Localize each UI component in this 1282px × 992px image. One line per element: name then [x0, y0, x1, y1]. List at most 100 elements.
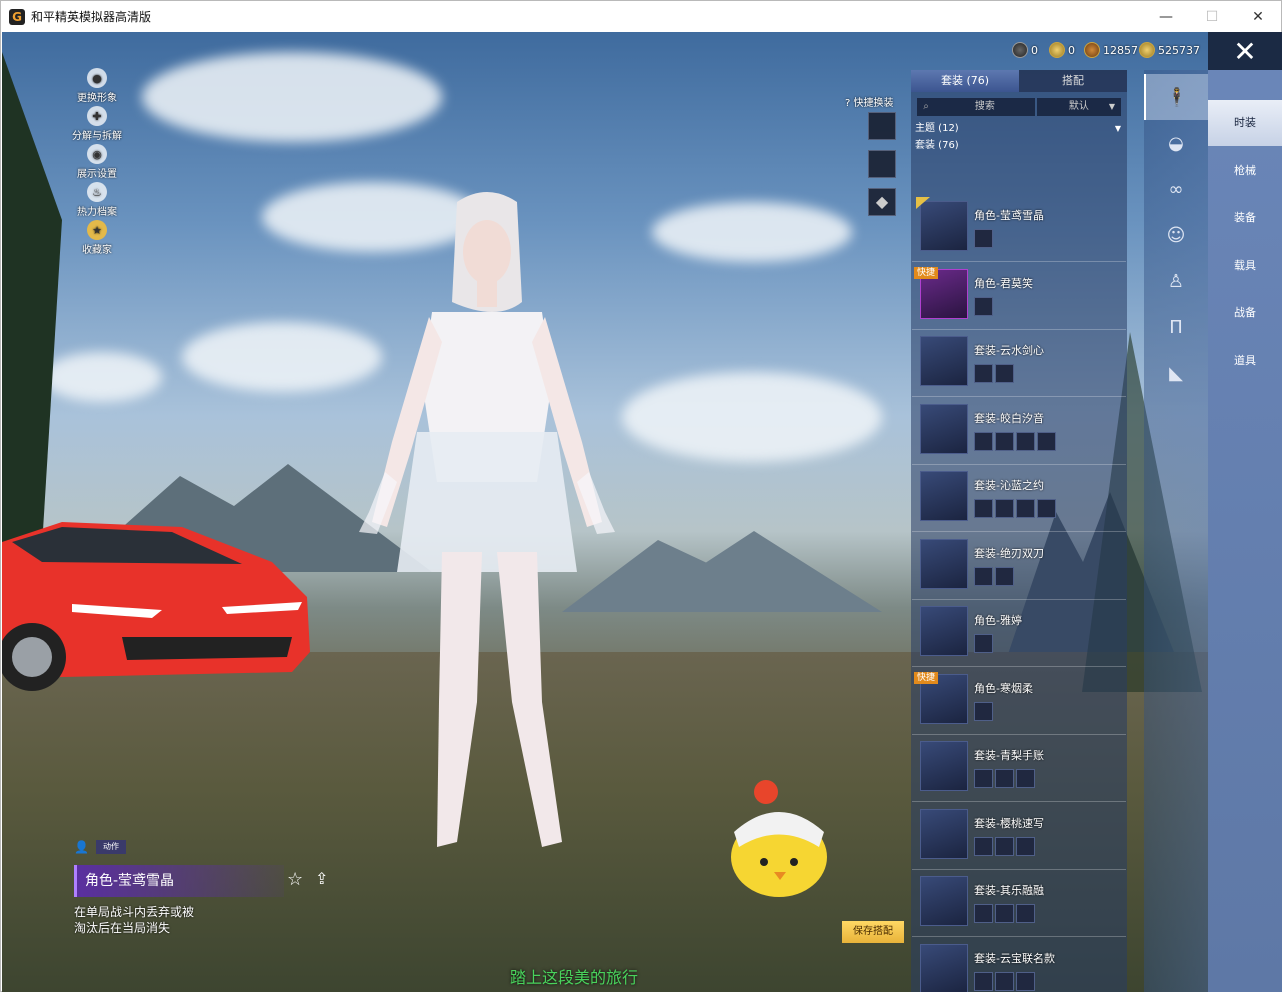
panel-tabs: 套装 (76) 搭配: [911, 70, 1127, 92]
outfit-part-thumbnail[interactable]: [1016, 971, 1035, 991]
currency-gold: 0: [1049, 40, 1075, 60]
action-person-icon: 👤: [74, 840, 89, 854]
tab-match[interactable]: 搭配: [1019, 70, 1127, 92]
pants-icon[interactable]: Π: [1144, 304, 1208, 350]
outfit-part-thumbnail[interactable]: [1016, 769, 1035, 788]
sort-select[interactable]: 默认 ▼: [1036, 98, 1121, 116]
left-menu: ● 更换形象 ✚ 分解与拆解 ◉ 展示设置 ♨ 热力档案 ★ 收藏家: [57, 68, 137, 258]
outfit-part-thumbnail[interactable]: [1016, 836, 1035, 856]
face-icon[interactable]: ☺: [1144, 212, 1208, 258]
app-icon: G: [9, 8, 25, 25]
outfit-part-thumbnail[interactable]: [974, 634, 993, 653]
outfit-parts: [974, 566, 1014, 586]
outfit-parts: [974, 971, 1035, 991]
outfit-list-item[interactable]: 套装-樱桃速写: [912, 804, 1126, 870]
outfit-part-thumbnail[interactable]: [974, 364, 993, 383]
outfit-parts: [974, 904, 1035, 923]
outfit-part-thumbnail[interactable]: [995, 769, 1014, 788]
theme-filter[interactable]: 主题 (12) ▼: [911, 120, 1127, 137]
quick-change-label[interactable]: ? 快捷换装: [845, 94, 894, 109]
outfit-part-thumbnail[interactable]: [974, 499, 993, 518]
outfit-part-thumbnail[interactable]: [974, 566, 993, 586]
outfit-part-thumbnail[interactable]: [995, 364, 1014, 383]
action-chip[interactable]: 动作: [96, 840, 126, 854]
tab-suits[interactable]: 套装 (76): [911, 70, 1019, 92]
display-settings-button[interactable]: ◉ 展示设置: [57, 144, 137, 182]
collector-button[interactable]: ★ 收藏家: [57, 220, 137, 258]
outfit-part-thumbnail[interactable]: [995, 431, 1014, 451]
close-panel-button[interactable]: ✕: [1208, 32, 1282, 70]
share-icon[interactable]: ⇪: [315, 869, 328, 888]
side-menu-item[interactable]: 枪械: [1208, 148, 1282, 194]
decompose-button[interactable]: ✚ 分解与拆解: [57, 106, 137, 144]
search-input[interactable]: ⌕ 搜索: [917, 98, 1035, 116]
outfit-parts: [974, 364, 1014, 383]
heat-archive-button[interactable]: ♨ 热力档案: [57, 182, 137, 220]
quick-slot[interactable]: [868, 150, 896, 178]
outfit-part-thumbnail[interactable]: [995, 836, 1014, 856]
outfit-list-item[interactable]: 套装-云宝联名款: [912, 939, 1126, 992]
person-icon: ●: [87, 68, 107, 88]
outfit-name: 套装-樱桃速写: [974, 816, 1044, 830]
side-menu-item[interactable]: 时装: [1208, 100, 1282, 146]
chevron-down-icon: ▼: [1108, 102, 1115, 111]
character-model: [359, 192, 615, 847]
suit-section-label: 套装 (76): [915, 140, 959, 151]
outfit-part-thumbnail[interactable]: [995, 566, 1014, 586]
outfit-part-thumbnail[interactable]: [974, 971, 993, 991]
outfit-list-item[interactable]: 套装-云水剑心: [912, 331, 1126, 397]
outfit-part-thumbnail[interactable]: [1016, 904, 1035, 923]
cap-icon[interactable]: ◒: [1144, 120, 1208, 166]
outfit-list-item[interactable]: 套装-沁蓝之约: [912, 466, 1126, 532]
outfit-thumbnail: [920, 201, 968, 251]
outfit-thumbnail: [920, 471, 968, 521]
outfit-list-item[interactable]: 角色-莹鸢雪晶: [912, 196, 1126, 262]
body-icon[interactable]: ♙: [1144, 258, 1208, 304]
silver-coin-icon: [1012, 42, 1028, 58]
outfit-parts: [974, 431, 1056, 451]
outfit-part-thumbnail[interactable]: [974, 229, 993, 248]
side-menu-item[interactable]: 战备: [1208, 290, 1282, 336]
quick-slot[interactable]: [868, 112, 896, 140]
flame-icon: ♨: [87, 182, 107, 202]
outfit-part-thumbnail[interactable]: [995, 971, 1014, 991]
outfit-list-item[interactable]: 快捷 角色-君莫笑: [912, 264, 1126, 330]
outfit-list-item[interactable]: 角色-雅婷: [912, 601, 1126, 667]
figure-icon[interactable]: 🕴: [1144, 74, 1208, 120]
side-menu-item[interactable]: 装备: [1208, 195, 1282, 241]
outfit-part-thumbnail[interactable]: [995, 904, 1014, 923]
outfit-part-thumbnail[interactable]: [974, 701, 993, 721]
outfit-part-thumbnail[interactable]: [995, 499, 1014, 518]
outfit-list-item[interactable]: 套装-青梨手账: [912, 736, 1126, 802]
outfit-part-thumbnail[interactable]: [974, 904, 993, 923]
outfit-list-item[interactable]: 套装-绝刃双刀: [912, 534, 1126, 600]
shoes-icon[interactable]: ◣: [1144, 350, 1208, 396]
side-menu-item[interactable]: 道具: [1208, 338, 1282, 384]
outfit-list-item[interactable]: 套装-皎白汐音: [912, 399, 1126, 465]
favorite-star-icon[interactable]: ☆: [287, 869, 303, 890]
glasses-icon[interactable]: ∞: [1144, 166, 1208, 212]
cloud: [652, 202, 852, 262]
eye-icon: ◉: [87, 144, 107, 164]
side-menu-item[interactable]: 载具: [1208, 243, 1282, 289]
outfit-part-thumbnail[interactable]: [974, 836, 993, 856]
outfit-list-item[interactable]: 套装-其乐融融: [912, 871, 1126, 937]
outfit-name: 角色-雅婷: [974, 614, 1022, 627]
outfit-part-thumbnail[interactable]: [1016, 499, 1035, 518]
outfit-part-thumbnail[interactable]: [974, 296, 993, 316]
outfit-part-thumbnail[interactable]: [974, 431, 993, 451]
outfit-part-thumbnail[interactable]: [1037, 499, 1056, 518]
search-placeholder: 搜索: [974, 101, 995, 112]
save-outfit-button[interactable]: 保存搭配: [842, 921, 904, 943]
quick-slot-diamond[interactable]: ◆: [868, 188, 896, 216]
outfit-list-item[interactable]: 快捷 角色-寒烟柔: [912, 669, 1126, 735]
outfit-part-thumbnail[interactable]: [1037, 431, 1056, 451]
maximize-button[interactable]: ☐: [1189, 1, 1235, 32]
outfit-part-thumbnail[interactable]: [974, 769, 993, 788]
outfit-part-thumbnail[interactable]: [1016, 431, 1035, 451]
medal-icon: ★: [87, 220, 107, 240]
outfit-name: 套装-青梨手账: [974, 749, 1044, 762]
close-window-button[interactable]: ✕: [1235, 1, 1281, 32]
change-appearance-button[interactable]: ● 更换形象: [57, 68, 137, 106]
minimize-button[interactable]: —: [1143, 1, 1189, 32]
